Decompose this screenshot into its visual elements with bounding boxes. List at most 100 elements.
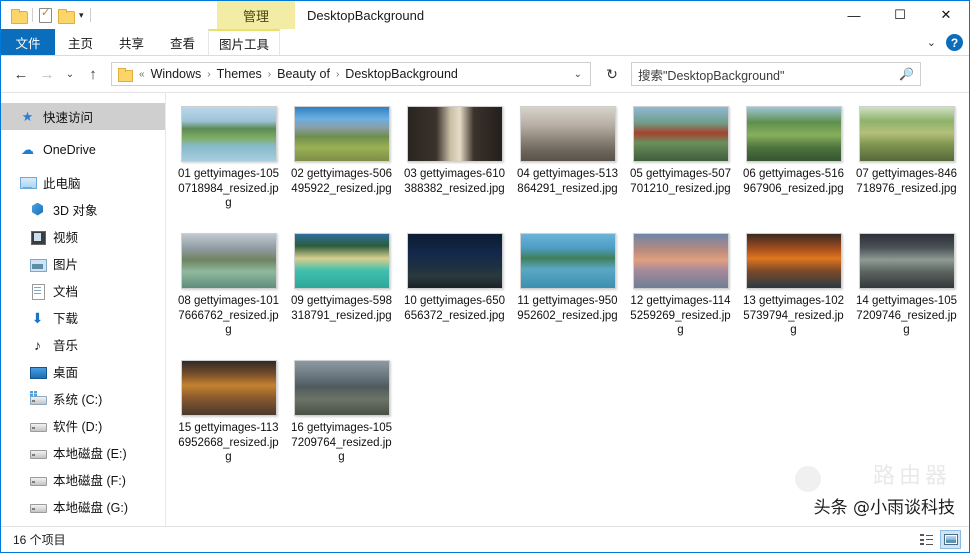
title-bar: ▾ 管理 DesktopBackground — ☐ ✕ bbox=[1, 1, 969, 29]
chevron-right-icon: › bbox=[335, 68, 340, 80]
thumbnail-wrapper bbox=[179, 232, 278, 290]
folder-icon[interactable] bbox=[11, 8, 28, 24]
tab-home[interactable]: 主页 bbox=[55, 29, 106, 55]
search-icon[interactable]: 🔍 bbox=[899, 67, 914, 81]
breadcrumb-item-themes[interactable]: Themes bbox=[215, 67, 264, 81]
file-name-label: 04 gettyimages-513864291_resized.jpg bbox=[516, 168, 618, 195]
file-name-label: 15 gettyimages-1136952668_resized.jpg bbox=[178, 422, 279, 463]
thumbnail-wrapper bbox=[857, 232, 956, 290]
chevron-down-icon[interactable]: ⌄ bbox=[574, 69, 586, 80]
chevron-right-icon: › bbox=[207, 68, 211, 80]
computer-icon bbox=[19, 175, 37, 191]
sidebar-item-3d-objects[interactable]: 3D 对象 bbox=[1, 196, 165, 223]
breadcrumb-item-windows[interactable]: Windows bbox=[149, 67, 204, 81]
thumbnail-wrapper bbox=[631, 105, 730, 163]
file-item[interactable]: 15 gettyimages-1136952668_resized.jpg bbox=[172, 355, 285, 482]
sidebar-item-label: 音乐 bbox=[53, 339, 79, 353]
sidebar-item-label: 本地磁盘 (F:) bbox=[53, 474, 126, 488]
close-button[interactable]: ✕ bbox=[923, 1, 969, 29]
sidebar-item-drive-e[interactable]: 本地磁盘 (E:) bbox=[1, 439, 165, 466]
chevron-right-icon: › bbox=[267, 68, 272, 80]
breadcrumb-item-desktopbackground[interactable]: DesktopBackground bbox=[343, 67, 460, 81]
file-item[interactable]: 04 gettyimages-513864291_resized.jpg bbox=[511, 101, 624, 228]
sidebar-item-videos[interactable]: 视频 bbox=[1, 223, 165, 250]
new-folder-icon[interactable] bbox=[58, 8, 75, 24]
file-list-pane[interactable]: 01 gettyimages-1050718984_resized.jpg 02 … bbox=[166, 93, 969, 526]
file-item[interactable]: 06 gettyimages-516967906_resized.jpg bbox=[737, 101, 850, 228]
back-button[interactable]: ← bbox=[9, 61, 33, 87]
thumbnail-wrapper bbox=[857, 105, 956, 163]
image-thumbnail bbox=[745, 233, 842, 289]
image-thumbnail bbox=[406, 106, 503, 162]
sidebar-item-label: OneDrive bbox=[43, 142, 96, 157]
sidebar-item-drive-g[interactable]: 本地磁盘 (G:) bbox=[1, 493, 165, 520]
image-thumbnail bbox=[858, 233, 955, 289]
file-name-label: 11 gettyimages-950952602_resized.jpg bbox=[517, 295, 618, 322]
minimize-button[interactable]: — bbox=[831, 1, 877, 29]
tab-share[interactable]: 共享 bbox=[106, 29, 157, 55]
file-item[interactable]: 13 gettyimages-1025739794_resized.jpg bbox=[737, 228, 850, 355]
ribbon-tab-bar: 文件 主页 共享 查看 图片工具 ⌄ ? bbox=[1, 29, 969, 56]
recent-locations-button[interactable]: ⌄ bbox=[61, 61, 79, 87]
file-item[interactable]: 11 gettyimages-950952602_resized.jpg bbox=[511, 228, 624, 355]
image-thumbnail bbox=[293, 233, 390, 289]
breadcrumb-overflow[interactable]: « bbox=[135, 69, 149, 80]
drive-icon bbox=[29, 472, 47, 488]
file-name-label: 09 gettyimages-598318791_resized.jpg bbox=[290, 295, 392, 322]
refresh-button[interactable]: ↻ bbox=[599, 62, 625, 86]
help-icon[interactable]: ? bbox=[946, 34, 963, 51]
up-button[interactable]: ↑ bbox=[81, 61, 105, 87]
file-item[interactable]: 12 gettyimages-1145259269_resized.jpg bbox=[624, 228, 737, 355]
chevron-down-icon[interactable]: ⌄ bbox=[927, 36, 936, 49]
sidebar-item-drive-f[interactable]: 本地磁盘 (F:) bbox=[1, 466, 165, 493]
file-item[interactable]: 02 gettyimages-506495922_resized.jpg bbox=[285, 101, 398, 228]
image-thumbnail bbox=[745, 106, 842, 162]
file-item[interactable]: 14 gettyimages-1057209746_resized.jpg bbox=[850, 228, 963, 355]
image-thumbnail bbox=[632, 106, 729, 162]
tab-view[interactable]: 查看 bbox=[157, 29, 208, 55]
image-thumbnail bbox=[519, 233, 616, 289]
chevron-down-icon[interactable]: ▾ bbox=[79, 10, 84, 20]
sidebar-item-this-pc[interactable]: 此电脑 bbox=[1, 169, 165, 196]
file-item[interactable]: 08 gettyimages-1017666762_resized.jpg bbox=[172, 228, 285, 355]
sidebar-item-quick-access[interactable]: ★ 快速访问 bbox=[1, 103, 165, 130]
thumbnail-wrapper bbox=[292, 232, 391, 290]
sidebar-item-drive-c[interactable]: 系统 (C:) bbox=[1, 385, 165, 412]
thumbnail-wrapper bbox=[744, 232, 843, 290]
sidebar-item-drive-d[interactable]: 软件 (D:) bbox=[1, 412, 165, 439]
sidebar-item-desktop[interactable]: 桌面 bbox=[1, 358, 165, 385]
star-icon: ★ bbox=[21, 108, 34, 124]
image-thumbnail bbox=[180, 360, 277, 416]
properties-icon[interactable] bbox=[39, 6, 52, 23]
toolbar-divider bbox=[89, 8, 91, 22]
sidebar-item-downloads[interactable]: ⬇ 下载 bbox=[1, 304, 165, 331]
large-icons-view-button[interactable] bbox=[940, 530, 961, 549]
sidebar-item-onedrive[interactable]: ☁ OneDrive bbox=[1, 136, 165, 163]
sidebar-item-pictures[interactable]: 图片 bbox=[1, 250, 165, 277]
forward-button[interactable]: → bbox=[35, 61, 59, 87]
file-item[interactable]: 16 gettyimages-1057209764_resized.jpg bbox=[285, 355, 398, 482]
search-input[interactable]: 搜索"DesktopBackground" 🔍 bbox=[631, 62, 921, 86]
tab-file[interactable]: 文件 bbox=[1, 29, 55, 55]
sidebar-item-documents[interactable]: 文档 bbox=[1, 277, 165, 304]
breadcrumb[interactable]: « Windows › Themes › Beauty of › Desktop… bbox=[111, 62, 591, 86]
3d-objects-icon bbox=[29, 202, 46, 218]
drive-icon bbox=[29, 418, 47, 434]
file-item[interactable]: 09 gettyimages-598318791_resized.jpg bbox=[285, 228, 398, 355]
image-thumbnail bbox=[180, 106, 277, 162]
file-item[interactable]: 07 gettyimages-846718976_resized.jpg bbox=[850, 101, 963, 228]
file-name-label: 06 gettyimages-516967906_resized.jpg bbox=[742, 168, 844, 195]
sidebar-item-music[interactable]: ♪ 音乐 bbox=[1, 331, 165, 358]
address-bar: ← → ⌄ ↑ « Windows › Themes › Beauty of ›… bbox=[1, 56, 969, 92]
file-item[interactable]: 10 gettyimages-650656372_resized.jpg bbox=[398, 228, 511, 355]
file-item[interactable]: 01 gettyimages-1050718984_resized.jpg bbox=[172, 101, 285, 228]
maximize-button[interactable]: ☐ bbox=[877, 1, 923, 29]
thumbnail-wrapper bbox=[179, 359, 278, 417]
details-view-button[interactable] bbox=[916, 530, 937, 549]
breadcrumb-item-beauty-of[interactable]: Beauty of bbox=[275, 67, 332, 81]
file-item[interactable]: 03 gettyimages-610388382_resized.jpg bbox=[398, 101, 511, 228]
file-item[interactable]: 05 gettyimages-507701210_resized.jpg bbox=[624, 101, 737, 228]
view-mode-buttons bbox=[916, 530, 961, 549]
file-name-label: 16 gettyimages-1057209764_resized.jpg bbox=[290, 422, 392, 463]
tab-picture-tools[interactable]: 图片工具 bbox=[208, 29, 281, 55]
